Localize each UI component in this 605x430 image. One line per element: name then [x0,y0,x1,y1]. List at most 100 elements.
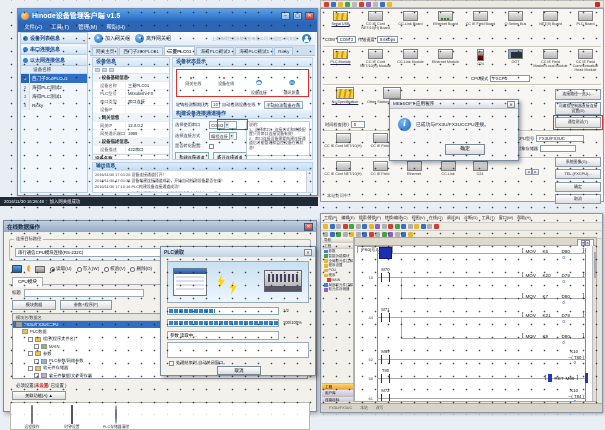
com-port-value[interactable]: COM 3 [337,36,356,43]
table-row[interactable]: 4Ricky [21,101,87,110]
prop-value[interactable]: 串口连接 [126,98,169,105]
radio-verify[interactable]: 校验(V) [104,266,125,272]
related-functions-button[interactable]: 关联功能(A) ▲ [12,391,66,400]
checkbox[interactable] [34,373,39,378]
checkbox[interactable] [34,344,39,349]
sidebar-item-device-list[interactable]: 设备列表信息 [21,33,87,44]
toolbar-icon[interactable] [338,2,343,7]
radio-write[interactable]: 写入(W) [77,266,100,272]
menu-help[interactable]: 帮助(H) [517,215,531,221]
prop-value[interactable]: 1989 [126,130,169,137]
route-ccie-cont[interactable]: CC IE Cont NET/10(H) [323,133,363,148]
close-icon[interactable]: ✕ [507,101,515,108]
remote-operation-item[interactable]: 远程操作 [19,406,45,426]
pc-if-ethernet-board[interactable]: Ethernet Board [428,11,463,30]
menu-diagnostics[interactable]: 诊断(D) [464,215,478,221]
scrollbar[interactable] [592,246,596,401]
ok-button[interactable]: 确定 [445,144,485,155]
toolbar-icon[interactable] [324,2,329,7]
minimize-button[interactable] [281,12,290,20]
prop-value[interactable]: 三菱PLC01 [126,82,169,89]
pc-if-q-bus[interactable]: Q Series Bus [498,11,533,30]
plc-if-plc-module[interactable]: PLC Module [323,49,358,72]
toolbar-icon[interactable] [345,2,350,7]
build-channel-button[interactable]: 构建连接通道 [175,152,209,160]
menu-help[interactable]: 帮助(H) [106,23,125,31]
tab-gateway-home[interactable]: 网关主页 [92,47,118,55]
system-image-button[interactable]: 系统图像(G)... [555,157,601,167]
titlebar[interactable]: Hinode设备管理客户端 v1.5 [18,9,317,22]
menu-compile[interactable]: 转换/编译(C) [385,215,408,221]
prop-value[interactable] [126,106,169,113]
clock-setting-item[interactable]: 时钟设置 [59,406,85,426]
toolbar-icon[interactable] [373,2,378,7]
prop-group[interactable]: 网关信息 [93,114,169,122]
pc-if-serial-usb[interactable]: Serial USB [323,11,358,30]
checkbox[interactable] [28,351,33,356]
ok-button[interactable]: 确定 [555,182,601,192]
manual-check-button[interactable]: 手动检测设备在线 [264,101,304,109]
checkbox[interactable] [34,359,39,364]
tab-plc[interactable]: 西门子200PLC01 [119,47,163,55]
radio-read[interactable]: 读取(U) [50,266,72,272]
break-channel-button[interactable]: 断开连接通道 [213,152,247,160]
menu-tools[interactable]: 工具(T) [51,23,69,31]
checkbox[interactable] [28,337,33,342]
leave-gateway-button[interactable]: ◂离开网关组 [135,34,171,43]
target-memory-value[interactable] [540,145,576,152]
nav-item[interactable]: 软元件存储器 [322,287,353,292]
sidebar-item-serial-conn[interactable]: 串口连接信息 [21,44,87,55]
dialog-titlebar[interactable]: 在线数据操作 [4,221,316,232]
sidebar-item-ethernet-conn[interactable]: 以太网连接信息 [21,55,87,66]
mov-instruction[interactable]: MOVK21D790 [522,313,584,318]
timer-coil[interactable]: K10T800 [536,350,584,365]
title-input[interactable] [24,289,144,297]
prop-value[interactable]: Mitsubishi-FX [126,90,169,97]
menu-manage[interactable]: 管理(M) [78,23,97,31]
menu-window[interactable]: 窗口(W) [499,215,513,221]
param-program-button[interactable]: 参数+程序(F) [60,300,112,310]
toolbar-icon[interactable] [331,2,336,7]
table-row[interactable]: 1西门子200PLC01 [21,74,87,83]
toolbar-icon[interactable] [352,2,357,7]
close-icon[interactable]: ✕ [304,249,312,256]
ladder-canvas[interactable]: [PRG]写入 MAIN ▾✕ MOVK5D800 10 M70 MOVK20D… [354,237,597,402]
tab-plc[interactable]: 海得PLC测试2 [196,47,234,55]
plc-if-ccie-field-master[interactable]: CC IE Field Master/Local Module [533,49,568,72]
timer-coil[interactable]: K10T840 [536,389,584,402]
menu-edit[interactable]: 编辑(E) [341,215,354,221]
co-cclink[interactable]: CC-Link [431,161,465,176]
com-port-select[interactable]: COM3 [209,121,237,129]
ladder-area[interactable]: MOVK5D800 10 M70 MOVK20D790 MOVK7D800 44… [377,252,586,402]
close-icon[interactable] [305,12,314,20]
convert-checkbox[interactable] [209,144,214,149]
module-data-button[interactable]: 模块数据 [12,300,56,310]
messagebox-titlebar[interactable]: MELSOFT 应用程序✕ [390,100,518,109]
contact-icon[interactable] [381,394,390,402]
toolbar-icon[interactable] [387,2,392,7]
mov-instruction[interactable]: MOVK9D800 [522,334,584,339]
menu-tools[interactable]: 工具(T) [482,215,495,221]
menu-view[interactable]: 视图(V) [412,215,425,221]
plc-if-cclink-module[interactable]: CC-Link Module [393,49,428,72]
connect-mode-select[interactable]: 编程连接 [209,132,237,140]
pc-if-ccie-field-board[interactable]: CC IE Field Board [463,11,498,30]
menu-project[interactable]: 工程(P) [324,215,337,221]
table-row[interactable]: 3海得PLC测试1 [21,92,87,101]
doc-window-controls[interactable]: ▾✕ [577,239,594,246]
contact-icon[interactable] [381,273,390,282]
no-specification[interactable]: No Specification [323,87,367,104]
tel-button[interactable]: TEL (FXCPU)... [555,169,601,179]
prop-value[interactable]: 422串口 [126,146,169,153]
close-icon[interactable] [304,223,313,231]
contact-icon[interactable] [381,374,390,383]
plc-if-ethernet-module[interactable]: Ethernet Module [428,49,463,72]
co-ccie-field[interactable]: CC IE Field [363,161,397,176]
pc-if-cclink-board[interactable]: CC-Link Board [393,11,428,30]
co-ethernet[interactable]: Ethernet [397,161,431,176]
toolbar-icon[interactable] [359,2,364,7]
toolbar-icon[interactable] [380,2,385,7]
mov-instruction[interactable]: MOVK7D800 [522,294,584,299]
plc-if-c24[interactable]: C24 [463,49,498,72]
cancel-button[interactable]: 取消 [555,194,601,204]
